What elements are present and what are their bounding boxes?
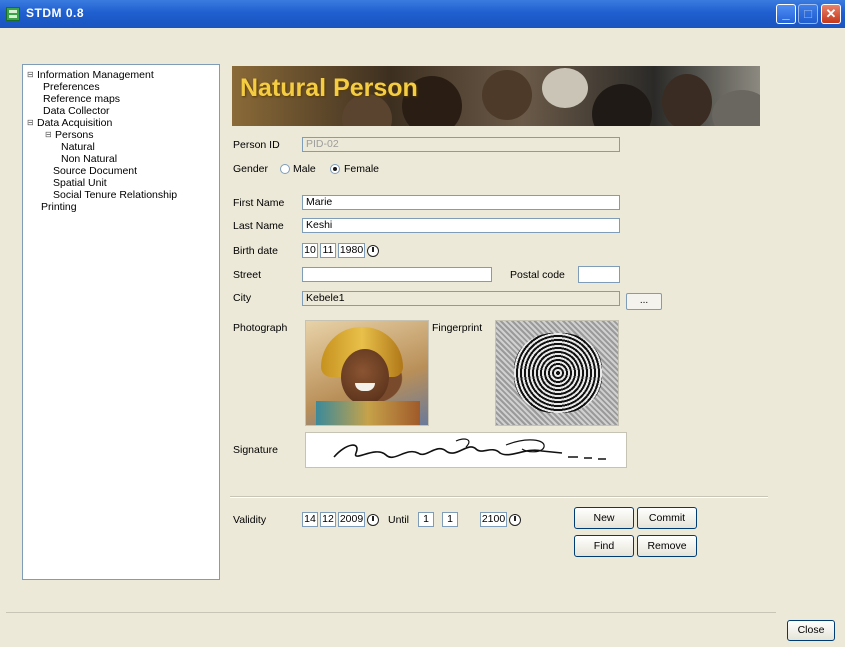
tree-item-persons[interactable]: Persons [45, 129, 93, 141]
birth-day-field[interactable]: 10 [302, 243, 318, 258]
form-separator [230, 496, 768, 498]
minimize-button[interactable]: _ [776, 4, 796, 24]
last-name-label: Last Name [233, 220, 284, 232]
gender-male-label: Male [293, 163, 316, 175]
person-id-label: Person ID [233, 139, 280, 151]
tree-item-information-management[interactable]: Information Management [27, 69, 154, 81]
maximize-button[interactable]: □ [798, 4, 818, 24]
validity-until-month-field[interactable]: 1 [442, 512, 458, 527]
street-field[interactable] [302, 267, 492, 282]
gender-male-radio[interactable] [280, 164, 290, 174]
validity-until-calendar-icon[interactable] [508, 513, 522, 527]
navigation-tree[interactable]: Information Management Preferences Refer… [22, 64, 220, 580]
postal-code-field[interactable] [578, 266, 620, 283]
validity-label: Validity [233, 514, 267, 526]
signature-image[interactable] [305, 432, 627, 468]
birth-date-label: Birth date [233, 245, 278, 257]
postal-code-label: Postal code [510, 269, 565, 281]
validity-from-year-field[interactable]: 2009 [338, 512, 365, 527]
tree-item-social-tenure-relationship[interactable]: Social Tenure Relationship [53, 189, 177, 201]
validity-from-day-field[interactable]: 14 [302, 512, 318, 527]
signature-stroke-icon [333, 438, 606, 460]
city-browse-button[interactable]: ... [626, 293, 662, 310]
validity-from-month-field[interactable]: 12 [320, 512, 336, 527]
street-label: Street [233, 269, 262, 281]
tree-item-natural[interactable]: Natural [61, 141, 95, 153]
photograph-image[interactable] [305, 320, 429, 426]
gender-female-radio[interactable] [330, 164, 340, 174]
fingerprint-label: Fingerprint [432, 322, 483, 334]
person-id-field[interactable]: PID-02 [302, 137, 620, 152]
gender-female-label: Female [344, 163, 380, 175]
find-button[interactable]: Find [574, 535, 634, 557]
first-name-field[interactable]: Marie [302, 195, 620, 210]
photograph-label: Photograph [233, 322, 288, 334]
until-label: Until [388, 514, 410, 526]
tree-item-non-natural[interactable]: Non Natural [61, 153, 117, 165]
birth-year-field[interactable]: 1980 [338, 243, 365, 258]
tree-item-printing[interactable]: Printing [41, 201, 77, 213]
app-icon [6, 7, 20, 21]
tree-item-source-document[interactable]: Source Document [53, 165, 137, 177]
validity-until-day-field[interactable]: 1 [418, 512, 434, 527]
tree-item-reference-maps[interactable]: Reference maps [43, 93, 120, 105]
remove-button[interactable]: Remove [637, 535, 697, 557]
tree-item-data-collector[interactable]: Data Collector [43, 105, 110, 117]
last-name-field[interactable]: Keshi [302, 218, 620, 233]
footer-separator [6, 612, 776, 613]
close-window-button[interactable]: ✕ [821, 4, 841, 24]
signature-label: Signature [233, 444, 278, 456]
banner-title: Natural Person [240, 74, 418, 102]
new-button[interactable]: New [574, 507, 634, 529]
birth-date-calendar-icon[interactable] [366, 244, 380, 258]
city-label: City [233, 292, 252, 304]
city-field[interactable]: Kebele1 [302, 291, 620, 306]
tree-item-spatial-unit[interactable]: Spatial Unit [53, 177, 107, 189]
commit-button[interactable]: Commit [637, 507, 697, 529]
birth-month-field[interactable]: 11 [320, 243, 336, 258]
title-bar: STDM 0.8 _ □ ✕ [0, 0, 845, 28]
fingerprint-image[interactable] [495, 320, 619, 426]
window-title: STDM 0.8 [26, 6, 85, 20]
close-button[interactable]: Close [787, 620, 835, 641]
gender-label: Gender [233, 163, 269, 175]
validity-until-year-field[interactable]: 2100 [480, 512, 507, 527]
validity-from-calendar-icon[interactable] [366, 513, 380, 527]
tree-item-preferences[interactable]: Preferences [43, 81, 100, 93]
first-name-label: First Name [233, 197, 285, 209]
tree-item-data-acquisition[interactable]: Data Acquisition [27, 117, 112, 129]
banner-image: Natural Person [232, 66, 760, 126]
